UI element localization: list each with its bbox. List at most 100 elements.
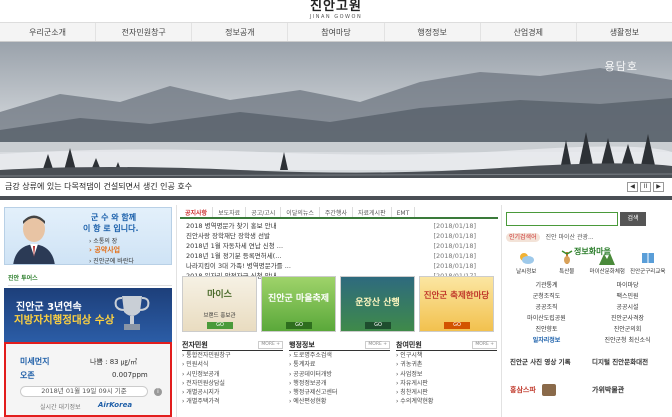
section-link[interactable]: › 통계자료: [289, 360, 390, 369]
gnb-item-admin-info[interactable]: 행정정보: [385, 23, 481, 41]
gnb-item-e-civil[interactable]: 전자민원창구: [96, 23, 193, 41]
section-link[interactable]: › 시민정보공개: [182, 370, 283, 379]
site-link[interactable]: 마이마당: [587, 280, 668, 291]
related-scissors-museum[interactable]: 가위박물관: [588, 380, 664, 401]
section-link[interactable]: › 민원서식: [182, 360, 283, 369]
tab-archive[interactable]: 자료게시판: [353, 207, 392, 217]
site-link[interactable]: 군청조직도: [506, 291, 587, 302]
site-link[interactable]: 공공시설: [587, 302, 668, 313]
section-link[interactable]: › 귀농귀촌: [396, 360, 497, 369]
governor-name: 이 항 로 입니다.: [83, 224, 139, 233]
tab-emt[interactable]: EMT: [392, 207, 416, 217]
news-item[interactable]: 2018 병역명문가 찾기 홍보 안내 [2018/01/18]: [180, 221, 498, 231]
slide-pause-button[interactable]: II: [640, 182, 651, 192]
slide-next-button[interactable]: ▶: [653, 182, 664, 192]
section-link[interactable]: › 자유게시판: [396, 379, 497, 388]
more-button[interactable]: MORE +: [472, 341, 497, 349]
tile-mountain-hike[interactable]: 운장산 산행 GO: [340, 276, 415, 332]
link-row: 군청조직도 팩스민원: [506, 291, 668, 302]
governor-photo: [13, 215, 55, 264]
ozone-value: 0.007ppm: [112, 371, 148, 379]
quick-link-education[interactable]: 진안군구리교육: [628, 248, 669, 278]
popular-keyword[interactable]: 진안 마이산 관광...: [546, 234, 594, 241]
tab-announcement[interactable]: 공고/고시: [246, 207, 282, 217]
news-item[interactable]: 2018년 1월 자동차세 연납 신청 ... [2018/01/18]: [180, 241, 498, 251]
news-item[interactable]: 진안사랑 장학재단 장학생 선발 [2018/01/18]: [180, 231, 498, 241]
quick-link-label: 날씨정보: [516, 269, 537, 275]
site-link[interactable]: 마이산도립공원: [506, 313, 587, 324]
slide-prev-button[interactable]: ◀: [627, 182, 638, 192]
more-button[interactable]: MORE +: [258, 341, 283, 349]
section-link[interactable]: › 칭찬게시판: [396, 388, 497, 397]
search-input[interactable]: [506, 212, 618, 226]
section-e-civil: 전자민원 MORE + › 통합전자민원창구 › 민원서식 › 시민정보공개 ›…: [182, 340, 283, 407]
section-link[interactable]: › 전자민원상담실: [182, 379, 283, 388]
tab-notice[interactable]: 공지사항: [180, 207, 214, 217]
gnb-item-participation[interactable]: 참여마당: [288, 23, 385, 41]
tours-banner[interactable]: 진안 투어스: [8, 270, 172, 286]
link-row: 진안향토 진안군의회: [506, 324, 668, 335]
section-link[interactable]: › 통합전자민원창구: [182, 351, 283, 360]
news-item[interactable]: 2018년 1월 정기분 등록면허세(... [2018/01/18]: [180, 251, 498, 261]
tab-press[interactable]: 보도자료: [213, 207, 247, 217]
tile-go-button[interactable]: GO: [365, 322, 391, 329]
section-title: 전자민원: [182, 341, 208, 349]
section-link[interactable]: › 개별주택가격: [182, 397, 283, 406]
section-link[interactable]: › 행정정보공개: [289, 379, 390, 388]
site-link[interactable]: 기관통계: [506, 280, 587, 291]
award-banner[interactable]: 진안군 3년연속 지방자치행정대상 수상: [4, 288, 172, 344]
site-link[interactable]: 공공조직: [506, 302, 587, 313]
related-photo-archive[interactable]: 진안군 사진 영상 기록: [506, 352, 582, 373]
related-ginseng-spa[interactable]: 홍삼스파: [506, 380, 582, 401]
tile-go-button[interactable]: GO: [444, 322, 470, 329]
section-link[interactable]: › 예산편성현황: [289, 397, 390, 406]
tile-go-button[interactable]: GO: [207, 322, 233, 329]
quick-link-weather[interactable]: 날씨정보: [506, 248, 547, 278]
quick-link-label: 마이산문화체험: [589, 269, 625, 275]
gnb-item-living[interactable]: 생활정보: [577, 23, 672, 41]
tile-mice-brand[interactable]: 마이스 브랜드 홍보관 GO: [182, 276, 257, 332]
site-link[interactable]: 진안향토: [506, 324, 587, 335]
info-icon[interactable]: i: [154, 388, 162, 396]
tile-village-festival[interactable]: 진안군 마을축제 GO: [261, 276, 336, 332]
info-village-banner[interactable]: 정보화마을: [574, 246, 611, 257]
air-measure-date: 2018년 01월 19일 09시 기준: [20, 386, 148, 397]
news-item[interactable]: 나라지킴이 3대 가족! 병역명문가를 ... [2018/01/18]: [180, 261, 498, 271]
trophy-icon: [114, 296, 150, 330]
link-row: 일자리정보 진안군청 최신소식: [506, 335, 668, 346]
section-link[interactable]: › 개별공시지가: [182, 388, 283, 397]
governor-link-communication[interactable]: › 소통의 장: [89, 236, 117, 245]
search-button[interactable]: 검색: [620, 212, 646, 226]
tab-monthly-news[interactable]: 이달의뉴스: [281, 207, 320, 217]
gnb-item-about[interactable]: 우리군소개: [0, 23, 97, 41]
site-link[interactable]: 진안군청 최신소식: [587, 335, 668, 346]
tile-subtitle: 브랜드 홍보관: [203, 313, 236, 319]
gnb-item-info-disclosure[interactable]: 정보공개: [192, 23, 289, 41]
site-link[interactable]: 일자리정보: [506, 335, 587, 346]
hero-landscape: [0, 68, 672, 200]
related-site-label: 디지털 진안문화대전: [592, 358, 649, 366]
gnb-item-industry[interactable]: 산업경제: [481, 23, 577, 41]
governor-banner[interactable]: 군 수 와 함께 이 항 로 입니다. › 소통의 장 › 공약사업 › 진안군…: [4, 207, 172, 265]
section-link[interactable]: › 사업정보: [396, 370, 497, 379]
tile-go-button[interactable]: GO: [286, 322, 312, 329]
more-button[interactable]: MORE +: [365, 341, 390, 349]
section-link[interactable]: › 행정규제신고센터: [289, 388, 390, 397]
tile-festival-plaza[interactable]: 진안군 축제한마당 GO: [419, 276, 494, 332]
news-title: 2018년 1월 정기분 등록면허세(...: [186, 252, 282, 260]
news-title: 진안사랑 장학재단 장학생 선발: [186, 232, 270, 240]
governor-link-requests[interactable]: › 진안군에 바란다: [89, 256, 134, 264]
airkorea-logo[interactable]: AirKorea: [98, 401, 132, 409]
section-link[interactable]: › 인구시책: [396, 351, 497, 360]
site-link[interactable]: 진안군의회: [587, 324, 668, 335]
site-link[interactable]: 진안군사격장: [587, 313, 668, 324]
section-link[interactable]: › 공공데이터개방: [289, 370, 390, 379]
site-logo[interactable]: 진안고원 JINAN GOWON: [295, 0, 377, 22]
related-digital-culture[interactable]: 디지털 진안문화대전: [588, 352, 664, 373]
section-link[interactable]: › 도로명주소검색: [289, 351, 390, 360]
governor-link-pledges[interactable]: › 공약사업: [89, 245, 120, 255]
tab-weekly-events[interactable]: 주간행사: [320, 207, 353, 217]
section-link[interactable]: › 수의계약현황: [396, 397, 497, 406]
book-icon: [641, 253, 654, 263]
site-link[interactable]: 팩스민원: [587, 291, 668, 302]
